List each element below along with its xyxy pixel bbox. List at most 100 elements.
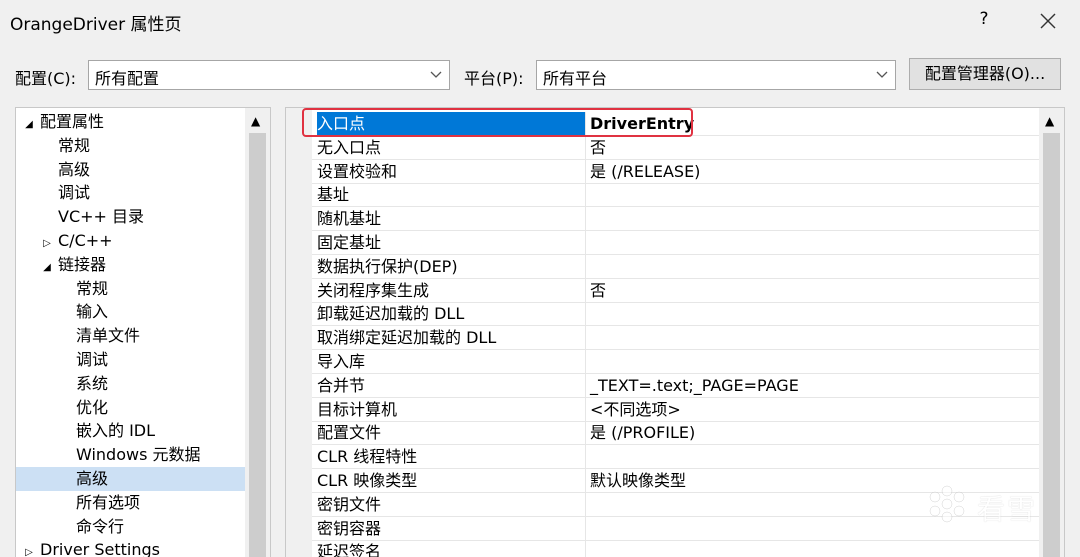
column-divider xyxy=(585,540,586,557)
property-row[interactable]: 配置文件 是 (/PROFILE) xyxy=(312,421,1039,446)
property-name: 固定基址 xyxy=(317,233,382,252)
tree-item-label: C/C++ xyxy=(58,231,113,250)
column-divider xyxy=(585,421,586,446)
tree-item-label: Windows 元数据 xyxy=(76,445,201,465)
property-row[interactable]: 导入库 xyxy=(312,350,1039,374)
tree-item-label: 高级 xyxy=(76,469,109,488)
property-name: 入口点 xyxy=(317,112,585,135)
scroll-up-icon[interactable]: ▲ xyxy=(251,114,260,128)
collapsed-arrow-icon[interactable]: ▷ xyxy=(22,541,36,557)
column-divider xyxy=(585,231,586,255)
tree-item-label: 调试 xyxy=(76,350,109,369)
config-manager-button[interactable]: 配置管理器(O)... xyxy=(909,58,1061,90)
tree-item[interactable]: 嵌入的 IDL xyxy=(16,419,155,443)
property-row[interactable]: 数据执行保护(DEP) xyxy=(312,254,1039,279)
tree-item[interactable]: 高级 xyxy=(16,158,90,182)
close-button[interactable] xyxy=(1036,8,1060,34)
property-value[interactable]: 是 (/PROFILE) xyxy=(590,421,695,444)
property-row[interactable]: 固定基址 xyxy=(312,231,1039,255)
property-value[interactable]: _TEXT=.text;_PAGE=PAGE xyxy=(590,374,799,397)
property-row[interactable]: 目标计算机 <不同选项> xyxy=(312,397,1039,422)
tree-item[interactable]: Windows 元数据 xyxy=(16,443,201,467)
property-row[interactable]: 合并节 _TEXT=.text;_PAGE=PAGE xyxy=(312,373,1039,398)
property-row[interactable]: 关闭程序集生成 否 xyxy=(312,278,1039,303)
property-value[interactable]: 是 (/RELEASE) xyxy=(590,160,700,183)
property-name: 延迟签名 xyxy=(317,542,382,557)
property-row[interactable]: CLR 线程特性 xyxy=(312,445,1039,470)
property-row[interactable]: 设置校验和 是 (/RELEASE) xyxy=(312,159,1039,184)
property-value[interactable]: 否 xyxy=(590,136,606,159)
tree-item-label: 配置属性 xyxy=(40,112,105,131)
tree-item[interactable]: 命令行 xyxy=(16,515,124,539)
tree-item-label: 链接器 xyxy=(58,254,107,274)
property-name: 密钥文件 xyxy=(317,494,382,514)
property-name: 数据执行保护(DEP) xyxy=(317,256,458,276)
tree-item-label: 常规 xyxy=(58,135,91,155)
property-value[interactable]: DriverEntry xyxy=(590,112,694,135)
tree-item[interactable]: 优化 xyxy=(16,396,108,420)
property-row[interactable]: 卸载延迟加载的 DLL xyxy=(312,302,1039,327)
property-name: 设置校验和 xyxy=(317,161,398,181)
column-divider xyxy=(585,492,586,517)
property-row[interactable]: 基址 xyxy=(312,183,1039,208)
property-row[interactable]: 取消绑定延迟加载的 DLL xyxy=(312,326,1039,351)
tree-item[interactable]: 所有选项 xyxy=(16,491,140,515)
tree-item[interactable]: 高级 xyxy=(16,467,270,491)
title-bar: OrangeDriver 属性页 ? xyxy=(0,0,1080,44)
tree-item[interactable]: ◢ 链接器 xyxy=(16,253,106,277)
tree-item[interactable]: ◢ 配置属性 xyxy=(16,110,104,134)
tree-item[interactable]: 调试 xyxy=(16,181,90,205)
property-name: 无入口点 xyxy=(317,137,382,157)
tree-item[interactable]: 常规 xyxy=(16,134,90,158)
property-name: 密钥容器 xyxy=(317,518,382,538)
property-value[interactable]: 默认映像类型 xyxy=(590,469,686,492)
config-label: 配置(C): xyxy=(15,69,77,88)
tree-item-label: Driver Settings xyxy=(40,540,160,557)
watermark-text: 看雪 xyxy=(977,493,1038,526)
tree-item[interactable]: ▷ Driver Settings xyxy=(16,538,160,557)
config-select[interactable]: 所有配置 xyxy=(88,60,450,90)
property-name: 关闭程序集生成 xyxy=(317,280,430,300)
scroll-up-icon[interactable]: ▲ xyxy=(1045,114,1054,128)
tree-item-label: 高级 xyxy=(58,159,91,179)
tree-item[interactable]: 常规 xyxy=(16,277,108,301)
property-value[interactable]: 否 xyxy=(590,279,606,302)
column-divider xyxy=(585,445,586,470)
tree-item-label: 调试 xyxy=(58,183,91,203)
tree-item[interactable]: VC++ 目录 xyxy=(16,205,144,229)
property-row[interactable]: 入口点 DriverEntry xyxy=(312,112,1062,136)
tree-item[interactable]: 系统 xyxy=(16,372,108,396)
property-name: 随机基址 xyxy=(317,209,382,229)
platform-select[interactable]: 所有平台 xyxy=(536,60,896,90)
property-name: CLR 线程特性 xyxy=(317,447,418,467)
tree-item-label: 输入 xyxy=(76,302,109,322)
column-divider xyxy=(585,326,586,351)
tree-item[interactable]: 输入 xyxy=(16,300,108,324)
property-name: 卸载延迟加载的 DLL xyxy=(317,304,465,324)
tree-scrollbar[interactable]: ▲ xyxy=(245,108,270,557)
column-divider xyxy=(585,112,586,136)
window-title: OrangeDriver 属性页 xyxy=(10,15,182,35)
tree-item-label: VC++ 目录 xyxy=(58,207,145,227)
property-row[interactable]: 无入口点 否 xyxy=(312,135,1039,160)
platform-label: 平台(P): xyxy=(464,69,524,88)
config-select-value: 所有配置 xyxy=(95,69,160,88)
property-value[interactable]: <不同选项> xyxy=(590,398,681,421)
column-divider xyxy=(585,516,586,541)
help-button[interactable]: ? xyxy=(974,9,994,33)
tree-item[interactable]: 调试 xyxy=(16,348,108,372)
tree-scroll-thumb[interactable] xyxy=(249,133,266,557)
property-row[interactable]: 随机基址 xyxy=(312,207,1039,232)
grid-gutter xyxy=(286,108,312,557)
column-divider xyxy=(585,278,586,303)
close-icon xyxy=(1040,13,1056,29)
tree-item-label: 嵌入的 IDL xyxy=(76,421,156,441)
column-divider xyxy=(585,469,586,493)
tree-item[interactable]: ▷ C/C++ xyxy=(16,229,113,253)
property-row[interactable]: 延迟签名 xyxy=(312,540,1039,557)
chevron-down-icon xyxy=(430,71,442,78)
tree-item-label: 系统 xyxy=(76,373,109,393)
tree-item[interactable]: 清单文件 xyxy=(16,324,140,348)
column-divider xyxy=(585,397,586,422)
tree-item-label: 所有选项 xyxy=(76,492,141,512)
